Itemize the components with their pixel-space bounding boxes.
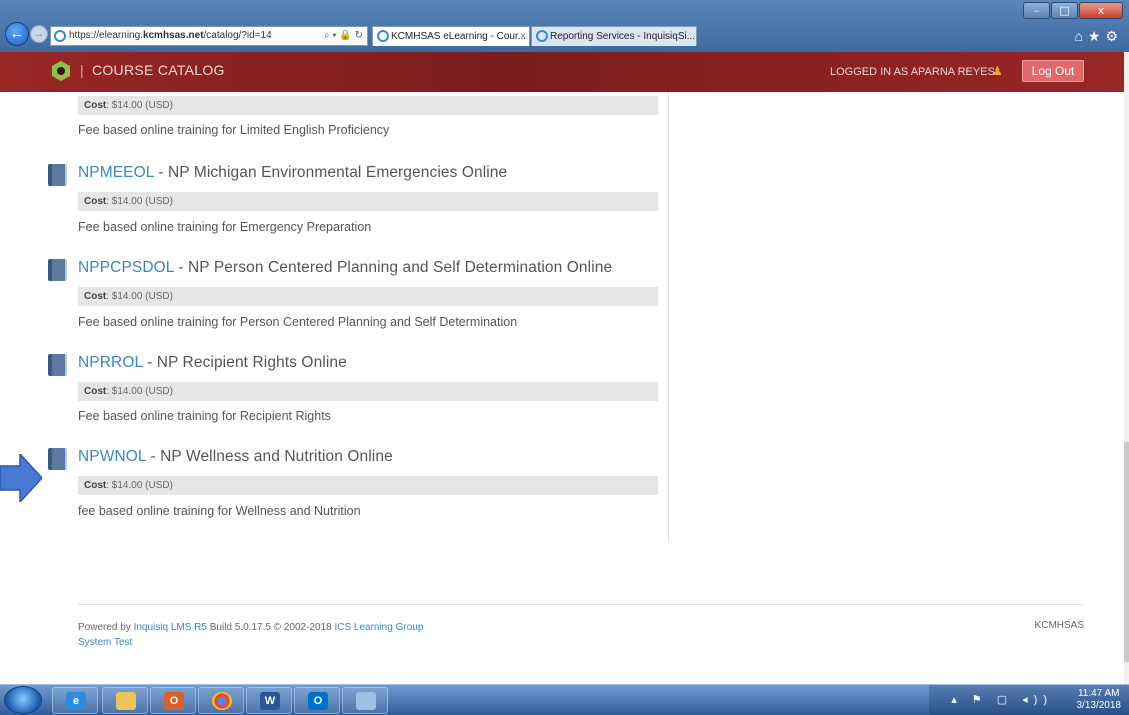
cost-bar: Cost: $14.00 (USD): [78, 287, 658, 306]
book-icon: [48, 448, 67, 470]
footer: Powered by Inquisiq LMS R5 Build 5.0.17.…: [78, 620, 423, 650]
internet-explorer-icon: e: [66, 692, 86, 710]
powered-by-text: Powered by: [78, 622, 134, 633]
tab-label: Reporting Services - InquisiqSi...: [550, 31, 696, 42]
page-title: | COURSE CATALOG: [80, 62, 225, 78]
cost-label: Cost: [84, 196, 107, 207]
course-name: - NP Person Centered Planning and Self D…: [173, 259, 613, 276]
vertical-scrollbar[interactable]: [1124, 52, 1129, 684]
course-code-link[interactable]: NPMEEOL: [78, 164, 154, 181]
course-description: Fee based online training for Recipient …: [78, 409, 331, 423]
cost-bar: Cost: $14.00 (USD): [78, 476, 658, 495]
lms-link[interactable]: Inquisiq LMS R5: [134, 622, 207, 633]
footer-divider: [78, 604, 1084, 605]
browser-chrome: – □ x ← → https://elearning.kcmhsas.net/…: [0, 0, 1129, 52]
cost-value: : $14.00 (USD): [106, 196, 173, 207]
system-test-link[interactable]: System Test: [78, 637, 132, 648]
course-title[interactable]: NPRROL - NP Recipient Rights Online: [78, 354, 347, 372]
cost-value: : $14.00 (USD): [106, 100, 173, 111]
cost-bar: Cost: $14.00 (USD): [78, 96, 658, 115]
folder-icon: [116, 692, 136, 710]
course-title[interactable]: NPWNOL - NP Wellness and Nutrition Onlin…: [78, 448, 393, 466]
system-tray: ▴ ⚑ ▢ ◂)) 11:47 AM 3/13/2018: [929, 685, 1129, 715]
book-icon: [48, 259, 67, 281]
cost-label: Cost: [84, 291, 107, 302]
course-catalog-content: Cost: $14.00 (USD) Fee based online trai…: [0, 92, 1124, 684]
outlook-mail-icon: O: [308, 692, 328, 710]
cost-bar: Cost: $14.00 (USD): [78, 382, 658, 401]
outlook-taskbar-button[interactable]: O: [150, 687, 196, 714]
paint-taskbar-button[interactable]: [342, 687, 388, 714]
course-name: - NP Recipient Rights Online: [142, 354, 347, 371]
tab-kcmhsas-elearning[interactable]: KCMHSAS eLearning - Cour... ×: [372, 26, 530, 46]
cost-label: Cost: [84, 480, 107, 491]
close-tab-icon[interactable]: ×: [520, 27, 526, 46]
course-description: Fee based online training for Limited En…: [78, 123, 390, 137]
course-name: - NP Michigan Environmental Emergencies …: [153, 164, 508, 181]
footer-org-name: KCMHSAS: [1034, 620, 1084, 631]
course-description: Fee based online training for Person Cen…: [78, 315, 518, 329]
scrollbar-thumb[interactable]: [1124, 442, 1129, 662]
word-icon: W: [260, 692, 280, 710]
minimize-button[interactable]: –: [1023, 2, 1050, 19]
ie-tab-icon: [536, 30, 548, 42]
tab-label: KCMHSAS eLearning - Cour...: [391, 31, 527, 42]
course-code-link[interactable]: NPPCPSDOL: [78, 259, 174, 276]
company-link[interactable]: ICS Learning Group: [334, 622, 423, 633]
maximize-button[interactable]: □: [1051, 2, 1078, 19]
ie-page-icon: [54, 30, 66, 42]
course-name: - NP Wellness and Nutrition Online: [146, 448, 393, 465]
tray-icons[interactable]: ▴ ⚑ ▢ ◂)): [951, 693, 1053, 706]
url-domain: kcmhsas.net: [142, 30, 204, 41]
address-tools-icons[interactable]: ⌕ ▾ 🔒 ↻: [324, 27, 363, 45]
course-code-link[interactable]: NPWNOL: [78, 448, 146, 465]
logout-button[interactable]: Log Out: [1022, 60, 1084, 82]
book-icon: [48, 164, 67, 186]
outlook-mail-taskbar-button[interactable]: O: [294, 687, 340, 714]
cost-value: : $14.00 (USD): [106, 291, 173, 302]
back-button[interactable]: ←: [5, 22, 29, 46]
url-prefix: https://elearning.: [69, 30, 143, 41]
paint-icon: [356, 692, 376, 710]
pointer-arrow-annotation: [0, 454, 42, 502]
clock-date: 3/13/2018: [1076, 700, 1122, 711]
course-description: fee based online training for Wellness a…: [78, 504, 361, 518]
course-code-link[interactable]: NPRROL: [78, 354, 143, 371]
chrome-taskbar-button[interactable]: [198, 687, 244, 714]
tab-reporting-services[interactable]: Reporting Services - InquisiqSi...: [531, 26, 697, 46]
address-bar[interactable]: https://elearning.kcmhsas.net/catalog/?i…: [50, 26, 368, 46]
clock[interactable]: 11:47 AM 3/13/2018: [1077, 688, 1122, 712]
user-icon: ♟: [992, 64, 1003, 78]
home-favorites-tools-icons[interactable]: ⌂★⚙: [1074, 28, 1123, 45]
window-controls: – □ x: [1022, 2, 1123, 19]
forward-button[interactable]: →: [30, 25, 48, 43]
cost-value: : $14.00 (USD): [106, 386, 173, 397]
word-taskbar-button[interactable]: W: [246, 687, 292, 714]
course-title[interactable]: NPMEEOL - NP Michigan Environmental Emer…: [78, 164, 507, 182]
file-explorer-taskbar-button[interactable]: [102, 687, 148, 714]
clock-time: 11:47 AM: [1077, 688, 1120, 699]
page-title-text: COURSE CATALOG: [91, 62, 225, 78]
ie-tab-icon: [377, 30, 389, 42]
url-path: /catalog/?id=14: [203, 30, 272, 41]
logo-icon[interactable]: [52, 61, 70, 81]
build-text: Build 5.0.17.5 © 2002-2018: [206, 622, 335, 633]
app-header: | COURSE CATALOG LOGGED IN AS APARNA REYE…: [0, 52, 1124, 92]
logged-in-label: LOGGED IN AS APARNA REYES: [830, 66, 995, 78]
cost-label: Cost: [84, 386, 107, 397]
close-window-button[interactable]: x: [1079, 2, 1123, 19]
course-title[interactable]: NPPCPSDOL - NP Person Centered Planning …: [78, 259, 612, 277]
outlook-icon: O: [164, 692, 184, 710]
cost-bar: Cost: $14.00 (USD): [78, 192, 658, 211]
start-button[interactable]: [4, 686, 42, 714]
chrome-icon: [212, 692, 232, 710]
internet-explorer-taskbar-button[interactable]: e: [52, 687, 98, 714]
windows-taskbar: e O W O ▴ ⚑ ▢ ◂)) 11:47 AM 3/13/2018: [0, 684, 1129, 715]
cost-label: Cost: [84, 100, 107, 111]
title-separator: |: [80, 62, 84, 78]
cost-value: : $14.00 (USD): [106, 480, 173, 491]
book-icon: [48, 354, 67, 376]
course-description: Fee based online training for Emergency …: [78, 220, 372, 234]
column-divider: [668, 92, 669, 542]
